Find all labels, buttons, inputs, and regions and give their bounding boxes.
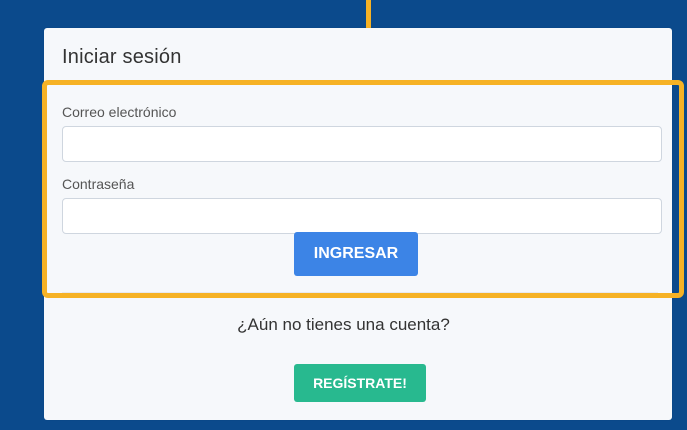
password-field[interactable] <box>62 198 662 234</box>
register-prompt: ¿Aún no tienes una cuenta? <box>237 315 450 334</box>
login-form: Correo electrónico Contraseña <box>62 104 662 248</box>
email-field[interactable] <box>62 126 662 162</box>
page-title: Iniciar sesión <box>62 46 182 68</box>
login-button[interactable]: INGRESAR <box>294 232 418 276</box>
divider <box>62 292 658 293</box>
email-label: Correo electrónico <box>62 104 177 120</box>
register-button[interactable]: REGÍSTRATE! <box>294 364 426 402</box>
password-label: Contraseña <box>62 176 135 192</box>
